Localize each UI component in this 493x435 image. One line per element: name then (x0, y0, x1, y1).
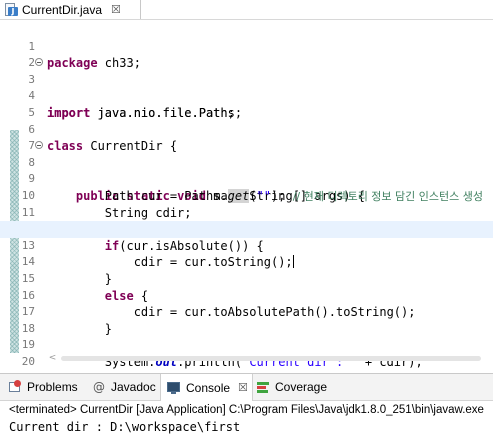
editor-tab-currentdir[interactable]: J CurrentDir.java ☒ (0, 0, 141, 19)
code-editor[interactable]: 1 package ch33; 2 3 import java.nio.file… (0, 20, 493, 385)
code-line[interactable]: 2 (0, 39, 493, 69)
view-tab-bar: Problems @ Javadoc Console ☒ Coverage (0, 374, 493, 401)
tab-coverage[interactable]: Coverage (256, 374, 327, 400)
code-line[interactable]: 11 (0, 188, 493, 219)
editor-tab-bar: J CurrentDir.java ☒ (0, 0, 493, 20)
problems-icon (8, 380, 22, 394)
code-line[interactable]: 19 System.out.println("Current dir : " +… (0, 321, 493, 369)
code-line[interactable]: 8 public static void main(String[] args)… (0, 138, 493, 203)
fold-toggle-icon[interactable] (35, 141, 43, 150)
code-line[interactable]: 3 import java.nio.file.Path; (0, 55, 493, 120)
code-line[interactable]: 7 (0, 122, 493, 152)
code-line[interactable]: 4 import java.nio.file.Paths; (0, 72, 493, 120)
at-icon: @ (93, 380, 105, 394)
editor-tab-label: CurrentDir.java (22, 2, 103, 17)
code-line[interactable]: 6 class CurrentDir { (0, 105, 493, 154)
code-line[interactable]: 10 String cdir; (0, 171, 493, 220)
tab-problems[interactable]: Problems (8, 374, 78, 400)
code-line[interactable]: 1 package ch33; (0, 22, 493, 71)
fold-toggle-icon[interactable] (35, 58, 43, 67)
console-icon (167, 381, 181, 395)
tab-label: Console (186, 380, 231, 395)
console-panel: Problems @ Javadoc Console ☒ Coverage <t… (0, 373, 493, 435)
tab-label: Problems (27, 380, 78, 394)
code-line[interactable]: 15 else { (0, 254, 493, 303)
code-line[interactable]: 9 Path cur = Paths.get(""); // 현재 디렉토리 정… (0, 155, 493, 203)
console-output[interactable]: Current dir : D:\workspace\first (9, 419, 493, 435)
tab-label: Javadoc (111, 380, 156, 394)
eclipse-window: J CurrentDir.java ☒ 1 package ch33; 2 3 … (0, 0, 493, 435)
scroll-left-icon[interactable]: < (47, 353, 58, 364)
code-line[interactable]: 5 (0, 88, 493, 119)
code-line[interactable]: 18 (0, 304, 493, 335)
horizontal-scrollbar[interactable]: < (47, 353, 493, 364)
code-line[interactable]: 17 } (0, 288, 493, 336)
code-line[interactable]: 14 } (0, 238, 493, 286)
tab-console[interactable]: Console ☒ (160, 374, 253, 401)
java-file-icon: J (5, 2, 18, 17)
tab-javadoc[interactable]: @ Javadoc (92, 374, 156, 400)
coverage-icon (256, 380, 270, 394)
code-line[interactable]: 16 cdir = cur.toAbsolutePath().toString(… (0, 271, 493, 320)
code-line[interactable]: 12 if(cur.isAbsolute()) { (0, 205, 493, 253)
console-process-label: <terminated> CurrentDir [Java Applicatio… (9, 404, 484, 416)
code-line[interactable]: 21 (0, 354, 46, 385)
scrollbar-thumb[interactable] (61, 356, 481, 361)
current-code-line[interactable]: 13 cdir = cur.toString(); (0, 221, 493, 269)
close-icon[interactable]: ☒ (111, 4, 121, 15)
close-icon[interactable]: ☒ (238, 381, 248, 394)
tab-label: Coverage (275, 380, 328, 394)
code-line[interactable]: 20 (0, 337, 493, 368)
